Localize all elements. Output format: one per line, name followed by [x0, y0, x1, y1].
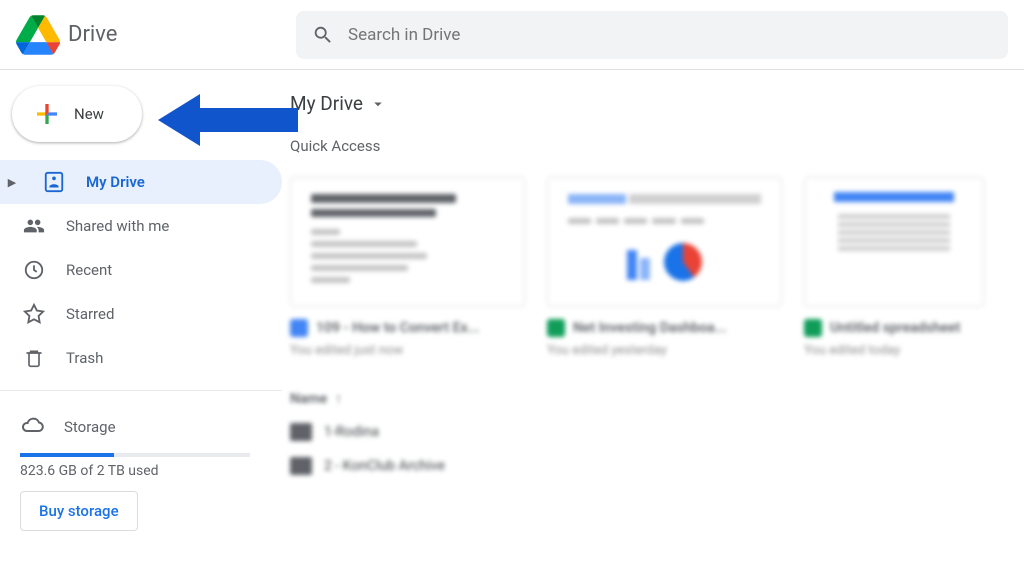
- sidebar-item-trash[interactable]: Trash: [0, 336, 282, 380]
- quick-access-card[interactable]: 109 - How to Convert Ex... You edited ju…: [290, 177, 525, 358]
- storage-section: Storage 823.6 GB of 2 TB used Buy storag…: [0, 401, 282, 537]
- card-subtitle: You edited today: [804, 343, 984, 358]
- quick-access-title: Quick Access: [290, 137, 1018, 155]
- sheet-thumbnail: [547, 177, 782, 307]
- sidebar-item-storage[interactable]: Storage: [20, 407, 262, 447]
- docs-icon: [290, 319, 308, 337]
- storage-used-text: 823.6 GB of 2 TB used: [20, 463, 262, 479]
- sidebar-item-recent[interactable]: Recent: [0, 248, 282, 292]
- drive-logo-icon: [16, 15, 60, 55]
- divider: [0, 390, 282, 391]
- plus-icon: [32, 99, 62, 129]
- storage-bar: [20, 453, 250, 457]
- logo[interactable]: Drive: [16, 15, 296, 55]
- sidebar-item-shared[interactable]: Shared with me: [0, 204, 282, 248]
- doc-thumbnail: [290, 177, 525, 307]
- new-button-label: New: [74, 105, 104, 123]
- quick-access-card[interactable]: Untitled spreadsheet You edited today: [804, 177, 984, 358]
- sheets-icon: [804, 319, 822, 337]
- card-subtitle: You edited yesterday: [547, 343, 782, 358]
- drive-folder-icon: [42, 171, 66, 193]
- folder-icon: [290, 423, 312, 441]
- sidebar-item-starred[interactable]: Starred: [0, 292, 282, 336]
- annotation-arrow-icon: [158, 92, 298, 148]
- caret-right-icon: ▸: [8, 173, 18, 191]
- new-button[interactable]: New: [12, 86, 142, 142]
- cloud-icon: [20, 413, 44, 441]
- sidebar-item-label: Starred: [66, 305, 114, 323]
- quick-access-cards: 109 - How to Convert Ex... You edited ju…: [290, 177, 1018, 358]
- card-subtitle: You edited just now: [290, 343, 525, 358]
- storage-label: Storage: [64, 418, 116, 436]
- trash-icon: [22, 348, 46, 368]
- list-item[interactable]: 2 - KonClub Archive: [290, 457, 1018, 475]
- nav-list: ▸ My Drive Shared with me Recent: [0, 160, 282, 380]
- sidebar-item-mydrive[interactable]: ▸ My Drive: [0, 160, 282, 204]
- sidebar-item-label: My Drive: [86, 173, 145, 191]
- quick-access-card[interactable]: Net Investing Dashboa... You edited yest…: [547, 177, 782, 358]
- chevron-down-icon: [369, 95, 387, 113]
- buy-storage-button[interactable]: Buy storage: [20, 491, 138, 531]
- clock-icon: [22, 259, 46, 281]
- sheet-thumbnail: [804, 177, 984, 307]
- sort-arrow-icon: ↑: [335, 390, 342, 407]
- app-name: Drive: [68, 22, 117, 47]
- list-item[interactable]: 1-Rodina: [290, 423, 1018, 441]
- search-bar[interactable]: [296, 11, 1008, 59]
- header: Drive: [0, 0, 1024, 70]
- people-icon: [22, 215, 46, 237]
- search-input[interactable]: [348, 25, 992, 45]
- folder-icon: [290, 457, 312, 475]
- storage-bar-fill: [20, 453, 114, 457]
- list-name-header[interactable]: Name ↑: [290, 390, 1018, 407]
- sidebar-item-label: Shared with me: [66, 217, 169, 235]
- sidebar-item-label: Trash: [66, 349, 103, 367]
- main-content: My Drive Quick Access 109 - How to Conve…: [282, 70, 1024, 576]
- search-icon: [312, 24, 334, 46]
- sidebar-item-label: Recent: [66, 261, 112, 279]
- sheets-icon: [547, 319, 565, 337]
- breadcrumb-current: My Drive: [290, 92, 363, 115]
- breadcrumb[interactable]: My Drive: [290, 88, 1018, 137]
- star-icon: [22, 303, 46, 325]
